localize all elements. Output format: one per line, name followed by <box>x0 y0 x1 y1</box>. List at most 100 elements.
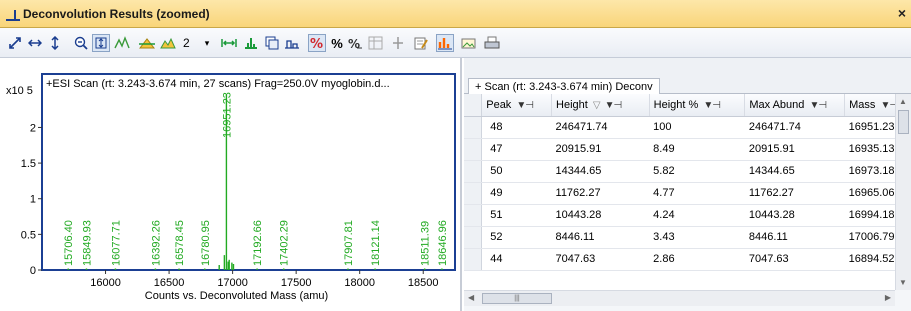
copy-chart-icon[interactable] <box>263 34 281 52</box>
row-header[interactable] <box>464 116 483 139</box>
row-header[interactable] <box>464 138 483 161</box>
fit-width-icon[interactable] <box>220 34 238 52</box>
peak-label: 17907.81 <box>343 220 355 266</box>
table-cell: 44 <box>481 248 552 271</box>
peak-label: 17402.29 <box>279 220 291 266</box>
table-cell: 246471.74 <box>551 116 650 139</box>
tab-scan-deconv[interactable]: + Scan (rt: 3.243-3.674 min) Deconv <box>468 78 660 95</box>
edit-icon[interactable] <box>412 34 430 52</box>
chart-toolbar: 2 ▾ % % % <box>0 28 911 58</box>
peak-label: 15849.93 <box>81 220 93 266</box>
horizontal-scrollbar[interactable]: ◀ ||| ▶ <box>464 290 895 306</box>
bar-chart-icon[interactable] <box>436 34 454 52</box>
table-cell: 48 <box>481 116 552 139</box>
y-tick-label: 1.5 <box>21 158 36 170</box>
table-cell: 11762.27 <box>744 182 845 205</box>
column-header-height[interactable]: Height ▽ ▼⊣ <box>551 94 650 117</box>
peak-label: 16780.95 <box>200 220 212 266</box>
table-cell: 52 <box>481 226 552 249</box>
scroll-thumb[interactable] <box>898 110 909 134</box>
filter-icon[interactable]: ▼⊣ <box>516 100 534 111</box>
column-header-label: Mass <box>849 98 876 111</box>
row-header[interactable] <box>464 160 483 183</box>
table-cell: 3.43 <box>649 226 745 249</box>
table-row[interactable]: 48 246471.74 100 246471.74 16951.23 <box>464 116 911 139</box>
table-cell: 20915.91 <box>744 138 845 161</box>
table-cell: 8.49 <box>649 138 745 161</box>
vertical-arrows-icon[interactable] <box>46 34 64 52</box>
table-row[interactable]: 47 20915.91 8.49 20915.91 16935.13 <box>464 138 911 161</box>
percent-relative-icon[interactable]: % <box>346 34 364 52</box>
column-header-label: Peak <box>486 98 512 111</box>
x-axis-label: Counts vs. Deconvoluted Mass (amu) <box>145 290 328 302</box>
zoom-out-icon[interactable] <box>72 34 90 52</box>
scroll-thumb-horizontal[interactable]: ||| <box>482 293 552 304</box>
table-row[interactable]: 44 7047.63 2.86 7047.63 16894.52 <box>464 248 911 271</box>
filter-icon[interactable]: ▼⊣ <box>703 100 721 111</box>
scroll-left-icon[interactable]: ◀ <box>468 293 474 302</box>
table-cell: 8446.11 <box>744 226 845 249</box>
results-grid: Peak ▼⊣ Height ▽ ▼⊣ Height % ▼⊣ Max Abun… <box>464 94 911 290</box>
table-cell: 2.86 <box>649 248 745 271</box>
table-row[interactable]: 52 8446.11 3.43 8446.11 17006.79 <box>464 226 911 249</box>
scroll-up-icon[interactable]: ▲ <box>899 97 907 106</box>
table-disabled-icon <box>367 34 385 52</box>
table-cell: 11762.27 <box>551 182 650 205</box>
row-header[interactable] <box>464 204 483 227</box>
expand-arrows-icon[interactable] <box>6 34 24 52</box>
filter-icon[interactable]: ▼⊣ <box>809 100 827 111</box>
spectrum-peak-icon[interactable] <box>242 34 260 52</box>
y-tick-label: 0.5 <box>21 229 36 241</box>
column-header-max-abund[interactable]: Max Abund ▼⊣ <box>744 94 846 117</box>
chart-title: +ESI Scan (rt: 3.243-3.674 min, 27 scans… <box>46 78 390 90</box>
filter-icon[interactable]: ▼⊣ <box>605 100 623 111</box>
horizontal-arrows-icon[interactable] <box>26 34 44 52</box>
vertical-scrollbar[interactable]: ▲ ▼ <box>895 94 911 290</box>
row-header[interactable] <box>464 226 483 249</box>
scroll-right-icon[interactable]: ▶ <box>885 293 891 302</box>
scroll-down-icon[interactable]: ▼ <box>899 278 907 287</box>
percent-scale-icon[interactable]: % <box>308 34 326 52</box>
table-cell: 246471.74 <box>744 116 845 139</box>
row-header-corner <box>464 94 483 117</box>
peak-label-icon[interactable] <box>113 34 131 52</box>
baseline-icon[interactable] <box>138 34 156 52</box>
table-row[interactable]: 51 10443.28 4.24 10443.28 16994.18 <box>464 204 911 227</box>
table-cell: 14344.65 <box>551 160 650 183</box>
close-icon[interactable]: × <box>898 5 906 21</box>
sort-indicator-icon: ▽ <box>592 99 601 111</box>
y-tick-label: 0 <box>30 265 36 277</box>
peak-label: 18646.96 <box>437 220 449 266</box>
plot-area <box>41 73 456 271</box>
y-tick-label: 1 <box>30 194 36 206</box>
table-cell: 8446.11 <box>551 226 650 249</box>
table-cell: 20915.91 <box>551 138 650 161</box>
deconvolution-chart[interactable]: x10 5 +ESI Scan (rt: 3.243-3.674 min, 27 … <box>0 58 460 311</box>
column-header-peak[interactable]: Peak ▼⊣ <box>481 94 553 117</box>
peak-count-value: 2 <box>183 36 190 50</box>
window-title: Deconvolution Results (zoomed) <box>23 7 210 21</box>
chevron-down-icon[interactable]: ▾ <box>198 34 216 52</box>
table-cell: 47 <box>481 138 552 161</box>
row-header[interactable] <box>464 248 483 271</box>
row-header[interactable] <box>464 182 483 205</box>
chart-icon <box>6 10 20 21</box>
table-row[interactable]: 50 14344.65 5.82 14344.65 16973.18 <box>464 160 911 183</box>
push-pin-icon[interactable] <box>389 34 407 52</box>
percent-icon[interactable]: % <box>328 34 346 52</box>
column-header-height-pct[interactable]: Height % ▼⊣ <box>649 94 746 117</box>
column-header-label: Height % <box>653 98 699 111</box>
x-tick-label: 17500 <box>281 277 312 289</box>
peak-label: 16951.23 <box>221 92 233 138</box>
autoscale-y-icon[interactable] <box>92 34 110 52</box>
table-cell: 7047.63 <box>551 248 650 271</box>
print-icon[interactable] <box>483 34 501 52</box>
table-cell: 10443.28 <box>744 204 845 227</box>
table-cell: 4.77 <box>649 182 745 205</box>
table-row[interactable]: 49 11762.27 4.77 11762.27 16965.06 <box>464 182 911 205</box>
image-export-icon[interactable] <box>460 34 478 52</box>
threshold-icon[interactable] <box>159 34 177 52</box>
results-table-body: 48 246471.74 100 246471.74 16951.23 47 20915.9… <box>464 116 911 271</box>
overlay-icon[interactable] <box>283 34 301 52</box>
peak-label: 16077.71 <box>110 220 122 266</box>
